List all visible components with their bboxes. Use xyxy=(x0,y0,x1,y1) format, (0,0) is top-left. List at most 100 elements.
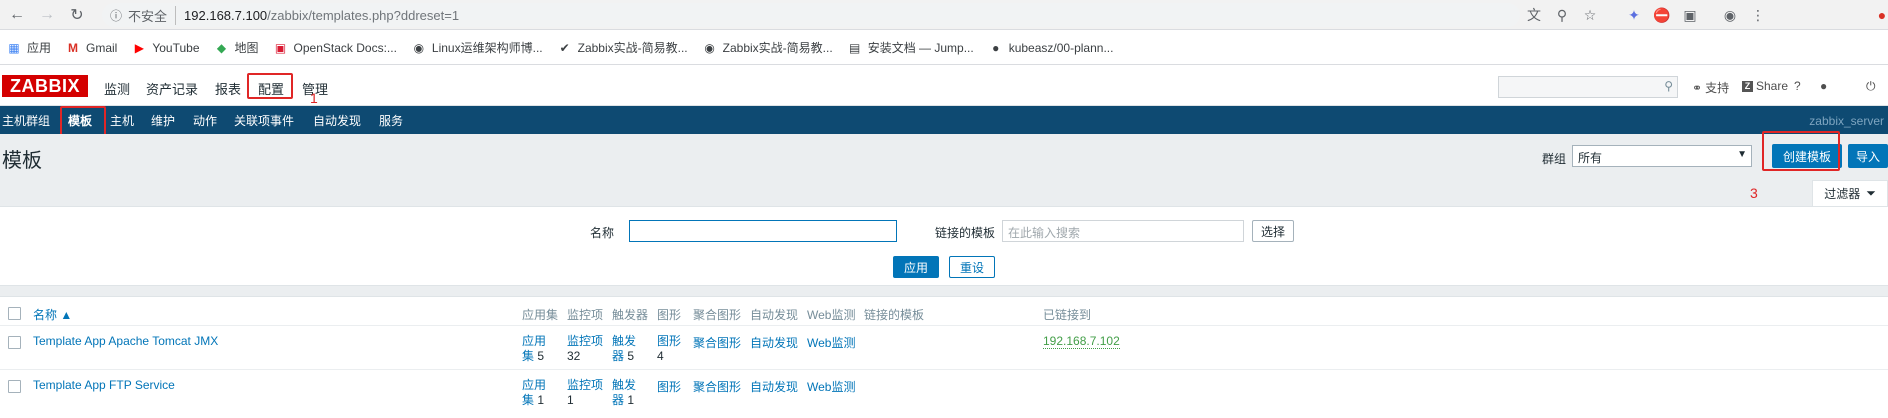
applications-count: 1 xyxy=(537,393,545,407)
extension-icon[interactable]: ✦ xyxy=(1624,5,1644,25)
user-profile-icon[interactable]: ● xyxy=(1820,79,1827,93)
bookmark-zabbix-1[interactable]: ✔ Zabbix实战-简易教... xyxy=(557,39,688,56)
notification-icon[interactable]: ● xyxy=(1872,5,1888,25)
zabbix-header: ZABBIX 监测 资产记录 报表 配置 管理 1 ⚲ ⚭ 支持 Z Share ?… xyxy=(0,66,1888,106)
globe-icon: ◉ xyxy=(704,40,715,55)
screens-link[interactable]: 聚合图形 xyxy=(693,334,741,351)
bookmark-zabbix-2[interactable]: ◉ Zabbix实战-简易教... xyxy=(702,39,832,56)
applications-link[interactable]: 应用集 1 xyxy=(522,378,556,408)
translate-icon[interactable]: 文 xyxy=(1524,5,1544,25)
select-button[interactable]: 选择 xyxy=(1252,220,1294,242)
graphs-count: 4 xyxy=(657,349,664,363)
menu-reports[interactable]: 报表 xyxy=(215,79,241,98)
items-link[interactable]: 监控项 32 xyxy=(567,334,607,364)
browser-chrome: ← → ↻ ⓘ 不安全 192.168.7.100 /zabbix/templa… xyxy=(0,0,1888,66)
address-bar: ← → ↻ ⓘ 不安全 192.168.7.100 /zabbix/templa… xyxy=(0,0,1888,30)
apply-button[interactable]: 应用 xyxy=(893,256,939,278)
web-link[interactable]: Web监测 xyxy=(807,378,855,395)
graphs-link[interactable]: 图形 xyxy=(657,378,681,395)
url-field[interactable]: ⓘ 不安全 192.168.7.100 /zabbix/templates.ph… xyxy=(102,3,1520,27)
row-checkbox[interactable] xyxy=(8,336,21,349)
template-name-link[interactable]: Template App Apache Tomcat JMX xyxy=(33,334,218,348)
screens-link[interactable]: 聚合图形 xyxy=(693,378,741,395)
items-link[interactable]: 监控项 1 xyxy=(567,378,607,408)
info-circle-icon[interactable]: ⓘ xyxy=(110,7,122,24)
reset-button[interactable]: 重设 xyxy=(949,256,995,278)
star-icon[interactable]: ☆ xyxy=(1580,5,1600,25)
items-count: 1 xyxy=(567,393,574,407)
col-discovery: 自动发现 xyxy=(750,308,799,322)
bookmark-apps[interactable]: ▦ 应用 xyxy=(6,39,51,56)
submenu-actions[interactable]: 动作 xyxy=(193,112,217,129)
group-select[interactable]: 所有 ▼ xyxy=(1572,145,1752,167)
discovery-link[interactable]: 自动发现 xyxy=(750,334,798,351)
menu-monitoring[interactable]: 监测 xyxy=(104,79,130,98)
search-input[interactable]: ⚲ xyxy=(1498,76,1678,98)
bookmark-label: 应用 xyxy=(27,41,52,55)
forward-arrow-icon[interactable]: → xyxy=(36,4,58,26)
bookmark-gmail[interactable]: M Gmail xyxy=(65,40,117,56)
maps-icon: ◆ xyxy=(216,40,227,55)
applications-link[interactable]: 应用集 5 xyxy=(522,334,556,364)
caret-down-icon: ▼ xyxy=(1737,149,1747,160)
bookmark-openstack[interactable]: ▣ OpenStack Docs:... xyxy=(273,40,397,56)
search-icon[interactable]: ⚲ xyxy=(1664,79,1673,93)
templates-table: 名称 ▲ 应用集 监控项 触发器 图形 聚合图形 自动发现 Web监测 链接的模… xyxy=(0,296,1888,418)
annotation-number: 1 xyxy=(310,90,318,106)
submenu-hosts[interactable]: 主机 xyxy=(110,112,134,129)
menu-inventory[interactable]: 资产记录 xyxy=(146,79,198,98)
back-arrow-icon[interactable]: ← xyxy=(6,4,28,26)
graphs-link[interactable]: 图形 4 xyxy=(657,334,687,364)
bookmark-label: YouTube xyxy=(152,40,200,55)
bookmark-youtube[interactable]: ▶ YouTube xyxy=(131,40,200,56)
doc-icon: ▤ xyxy=(849,40,861,55)
bookmark-jump[interactable]: ▤ 安装文档 — Jump... xyxy=(847,39,974,56)
zabbix-logo[interactable]: ZABBIX xyxy=(2,75,88,97)
web-link[interactable]: Web监测 xyxy=(807,334,855,351)
bookmark-linux[interactable]: ◉ Linux运维架构师博... xyxy=(411,39,543,56)
col-name[interactable]: 名称 ▲ xyxy=(33,306,72,323)
linked-host-link[interactable]: 192.168.7.102 xyxy=(1043,334,1120,349)
col-triggers: 触发器 xyxy=(612,308,649,322)
select-all-checkbox[interactable] xyxy=(8,307,21,320)
col-web: Web监测 xyxy=(807,308,856,322)
row-checkbox[interactable] xyxy=(8,380,21,393)
help-link[interactable]: ? xyxy=(1794,79,1801,93)
extension-stop-icon[interactable]: ⛔ xyxy=(1652,5,1672,25)
submenu-services[interactable]: 服务 xyxy=(379,112,403,129)
submenu-maintenance[interactable]: 维护 xyxy=(151,112,175,129)
filter-name-input[interactable] xyxy=(629,220,897,242)
bookmark-label: 地图 xyxy=(234,41,259,55)
triggers-link[interactable]: 触发器 1 xyxy=(612,378,646,408)
bookmark-maps[interactable]: ◆ 地图 xyxy=(214,39,259,56)
filter-linked-input[interactable]: 在此输入搜索 xyxy=(1002,220,1244,242)
youtube-icon: ▶ xyxy=(134,40,144,55)
apps-grid-icon: ▦ xyxy=(8,40,20,55)
bookmark-label: Linux运维架构师博... xyxy=(431,41,543,55)
profile-icon[interactable]: ◉ xyxy=(1720,5,1740,25)
group-label: 群组 xyxy=(1542,152,1567,166)
zoom-icon[interactable]: ⚲ xyxy=(1552,5,1572,25)
logout-power-icon[interactable]: ⏻ xyxy=(1866,79,1876,94)
import-button[interactable]: 导入 xyxy=(1848,144,1888,168)
filter-tab[interactable]: 过滤器 ⏷ xyxy=(1812,180,1888,206)
bookmark-kubeasz[interactable]: ● kubeasz/00-plann... xyxy=(988,40,1113,56)
share-icon: Z xyxy=(1742,80,1753,92)
bookmark-icon: ✔ xyxy=(559,40,570,55)
share-link[interactable]: Z Share xyxy=(1742,79,1788,93)
menu-dots-icon[interactable]: ⋮ xyxy=(1748,5,1768,25)
submenu-discovery[interactable]: 自动发现 xyxy=(313,112,361,129)
puzzle-icon[interactable]: ▣ xyxy=(1680,5,1700,25)
triggers-link[interactable]: 触发器 5 xyxy=(612,334,646,364)
annotation-number: 3 xyxy=(1750,185,1758,201)
discovery-link[interactable]: 自动发现 xyxy=(750,378,798,395)
globe-icon: ◉ xyxy=(413,40,425,55)
col-linked-to: 已链接到 xyxy=(1043,308,1092,322)
support-link[interactable]: ⚭ 支持 xyxy=(1692,79,1729,96)
submenu-correlation[interactable]: 关联项事件 xyxy=(234,112,294,129)
submenu-host-groups[interactable]: 主机群组 xyxy=(2,112,50,129)
bookmark-label: OpenStack Docs:... xyxy=(293,40,397,55)
template-name-link[interactable]: Template App FTP Service xyxy=(33,378,175,392)
url-path: /zabbix/templates.php?ddreset=1 xyxy=(267,7,460,23)
reload-icon[interactable]: ↻ xyxy=(66,4,88,26)
